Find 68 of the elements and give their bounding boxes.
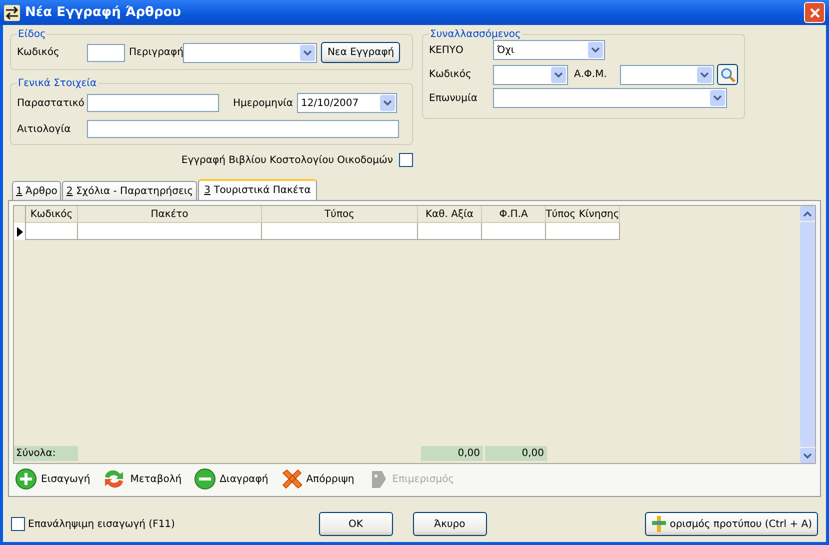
field-label: ΚΕΠΥΟ [429,44,464,56]
table-cell[interactable] [262,223,418,240]
column-header[interactable]: Τύπος [262,206,418,223]
close-icon [808,6,820,18]
reason-field[interactable] [87,120,399,138]
total-value: 0,00 [483,446,547,461]
field-label: Αιτιολογία [17,124,72,134]
scroll-up-icon [803,210,812,216]
field-label: Επωνυμία [429,92,478,104]
total-value: 0,00 [419,446,483,461]
checkbox[interactable] [11,517,25,531]
change-button[interactable]: Μεταβολή [102,468,182,490]
tab[interactable]: 2 Σχόλια - Παρατηρήσεις [62,181,198,200]
cross-icon [280,468,302,490]
new-entry-button[interactable]: Νεα Εγγραφή [321,42,400,63]
checkbox-label: Εγγραφή Βιβλίου Κοστολογίου Οικοδομών [181,154,393,166]
cancel-button[interactable]: Άκυρο [412,512,487,536]
table-cell[interactable] [418,223,482,240]
table-cell[interactable] [78,223,262,240]
caret-icon [303,50,312,56]
totals-label: Σύνολα: [14,446,78,461]
scroll-down-icon [803,452,812,458]
group-title: Γενικά Στοιχεία [17,78,98,89]
checkbox[interactable] [399,153,413,167]
kepyo-dropdown[interactable]: Όχι [493,40,605,60]
close-button[interactable] [804,2,825,23]
column-header[interactable]: Τύπος Κίνησης [546,206,620,223]
field-label: Παραστατικό [17,98,86,108]
caret-icon [713,95,722,101]
group-title: Συναλλασσόμενος [429,29,522,40]
search-button[interactable] [717,64,738,85]
table-cell[interactable] [546,223,620,240]
caret-icon [700,72,709,78]
field-label: Α.Φ.Μ. [574,69,608,80]
minus-icon [194,468,216,490]
plus-icon [650,515,667,533]
delete-button[interactable]: Διαγραφή [194,468,268,490]
column-header[interactable]: Κωδικός [26,206,78,223]
column-header[interactable]: Φ.Π.Α [482,206,546,223]
group-title: Είδος [17,29,47,40]
date-picker[interactable]: 12/10/2007 [297,93,397,113]
field-label: Περιγραφή [129,47,184,58]
table-cell[interactable] [482,223,546,240]
search-icon [720,66,736,82]
ok-button[interactable]: OK [318,512,393,536]
template-button[interactable]: ορισμός προτύπου (Ctrl + A) [644,512,818,536]
column-header[interactable]: Καθ. Αξία [418,206,482,223]
caret-icon [554,72,563,78]
code-dropdown[interactable] [493,64,568,84]
tab[interactable]: 3 Τουριστικά Πακέτα [198,179,317,200]
vertical-scrollbar[interactable] [800,206,815,463]
document-field[interactable] [87,94,219,112]
add-button[interactable]: Εισαγωγή [15,468,90,490]
app-icon [4,4,20,20]
window-title: Νέα Εγγραφή Άρθρου [25,5,181,20]
field-label: Κωδικός [17,47,60,58]
plus-icon [15,468,37,490]
table-cell[interactable] [26,223,78,240]
caret-icon [591,47,600,53]
caret-icon [383,100,392,106]
tab[interactable]: 1 Άρθρο [12,181,62,200]
description-dropdown[interactable] [183,42,318,62]
field-label: Ημερομηνία [233,98,294,108]
column-header[interactable]: Πακέτο [78,206,262,223]
code-field[interactable] [87,44,125,62]
field-label: Κωδικός [429,69,472,80]
checkbox-label: Επανάληψιμη εισαγωγή (F11) [28,518,175,530]
reject-button[interactable]: Απόρριψη [280,468,354,490]
